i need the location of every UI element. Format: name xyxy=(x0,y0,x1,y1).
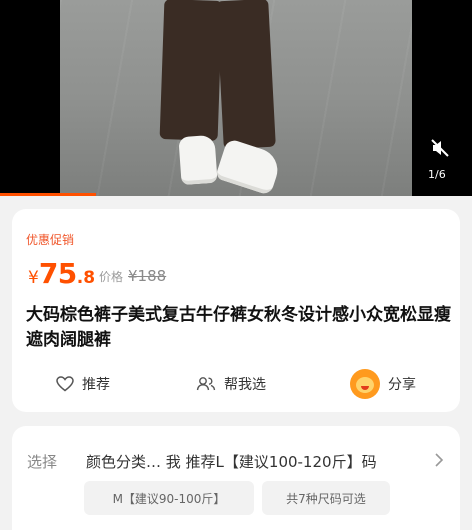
product-media-carousel[interactable]: 1/6 xyxy=(0,0,472,196)
product-photo xyxy=(60,0,412,196)
pants-leg-left xyxy=(159,0,223,141)
help-choose-label: 帮我选 xyxy=(224,377,266,393)
media-counter: 1/6 xyxy=(428,168,446,181)
share-avatar-icon xyxy=(350,369,380,399)
original-price-amount: ¥188 xyxy=(128,267,167,285)
size-count-chip[interactable]: 共7种尺码可选 xyxy=(262,481,390,515)
selection-label: 选择 xyxy=(27,453,58,471)
heart-icon xyxy=(56,376,74,392)
product-page: 1/6 优惠促销 ¥75.8 价格 ¥188 大码棕色裤子美式复古牛仔裤女秋冬设计… xyxy=(0,0,472,530)
size-chip[interactable]: M【建议90-100斤】 xyxy=(84,481,254,515)
chevron-right-icon xyxy=(435,453,444,467)
product-title: 大码棕色裤子美式复古牛仔裤女秋冬设计感小众宽松显瘦遮肉阔腿裤 xyxy=(26,305,451,350)
mute-icon[interactable] xyxy=(430,138,450,158)
selection-value: 颜色分类… 我 推荐L【建议100-120斤】码 xyxy=(86,453,377,471)
media-progress-bar xyxy=(0,193,96,196)
sku-selection-card[interactable]: 选择 颜色分类… 我 推荐L【建议100-120斤】码 M【建议90-100斤】… xyxy=(12,426,460,530)
price-decimal: .8 xyxy=(76,268,96,288)
recommend-button[interactable]: 推荐 xyxy=(56,369,110,399)
original-price: 价格 ¥188 xyxy=(99,267,166,285)
current-price: ¥75.8 xyxy=(28,257,95,290)
promo-label: 优惠促销 xyxy=(26,233,75,247)
share-button[interactable]: 分享 xyxy=(350,369,416,399)
help-choose-button[interactable]: 帮我选 xyxy=(196,369,266,399)
sneaker-left xyxy=(178,134,218,186)
original-price-label: 价格 xyxy=(99,270,124,284)
price-integer: 75 xyxy=(38,257,77,290)
share-label: 分享 xyxy=(388,377,416,393)
people-icon xyxy=(196,377,216,391)
recommend-label: 推荐 xyxy=(82,377,110,393)
product-info-card: 优惠促销 ¥75.8 价格 ¥188 大码棕色裤子美式复古牛仔裤女秋冬设计感小众宽… xyxy=(12,209,460,412)
price-currency: ¥ xyxy=(28,268,39,288)
action-bar: 推荐 帮我选 分享 xyxy=(12,369,460,399)
pants-leg-right xyxy=(216,0,276,150)
